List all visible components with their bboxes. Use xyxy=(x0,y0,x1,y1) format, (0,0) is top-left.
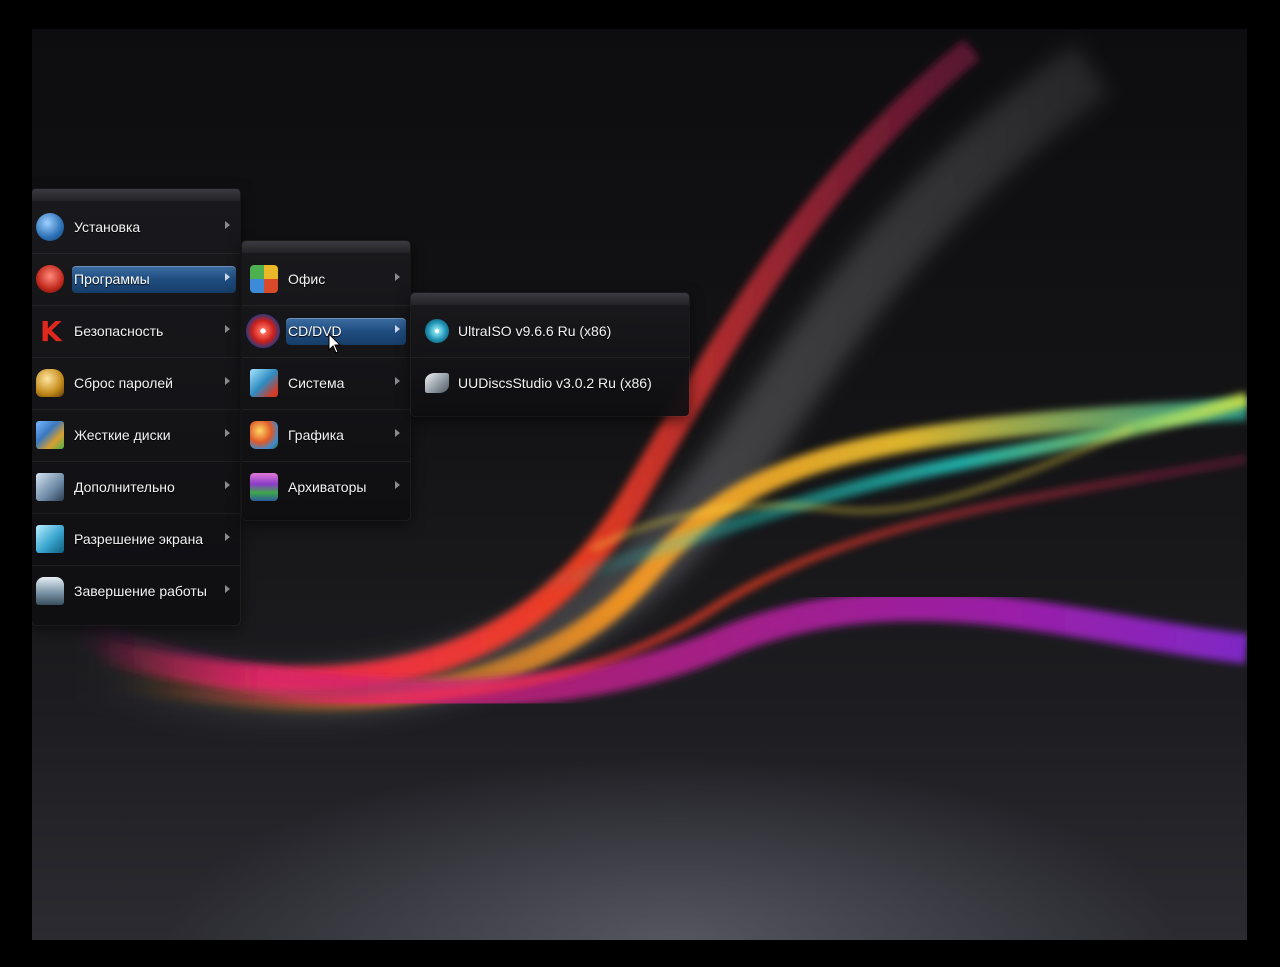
submenu-item-cd-dvd[interactable]: CD/DVD xyxy=(242,305,410,358)
submenu-item-graphics[interactable]: Графика xyxy=(242,409,410,462)
menu-item-label: Сброс паролей xyxy=(74,375,173,391)
cd-dvd-submenu: UltraISO v9.6.6 Ru (x86) UUDiscsStudio v… xyxy=(411,293,689,416)
submenu-item-office[interactable]: Офис xyxy=(242,253,410,306)
menu-item-label: UltraISO v9.6.6 Ru (x86) xyxy=(458,323,612,339)
menu-item-label: Графика xyxy=(288,427,344,443)
menu-item-label: Разрешение экрана xyxy=(74,531,204,547)
menu-item-label: Программы xyxy=(74,271,150,287)
submenu-item-system[interactable]: Система xyxy=(242,357,410,410)
menu-item-password-reset[interactable]: Сброс паролей xyxy=(32,357,240,410)
menu-item-install[interactable]: Установка xyxy=(32,201,240,254)
chevron-right-icon xyxy=(225,481,230,489)
programs-icon xyxy=(36,265,64,293)
windows-installer-icon xyxy=(36,213,64,241)
chevron-right-icon xyxy=(395,429,400,437)
programs-submenu: Офис CD/DVD Система Графика Архиваторы xyxy=(242,241,410,520)
menu-item-label: Офис xyxy=(288,271,326,287)
graphics-icon xyxy=(250,421,278,449)
submenu-item-ultraiso[interactable]: UltraISO v9.6.6 Ru (x86) xyxy=(411,305,689,358)
ultraiso-disc-icon xyxy=(425,319,449,343)
menu-item-label: UUDiscsStudio v3.0.2 Ru (x86) xyxy=(458,375,652,391)
mouse-pointer-icon xyxy=(328,333,342,354)
submenu-item-uudiscsstudio[interactable]: UUDiscsStudio v3.0.2 Ru (x86) xyxy=(411,357,689,409)
chevron-right-icon xyxy=(225,377,230,385)
menu-item-screen-resolution[interactable]: Разрешение экрана xyxy=(32,513,240,566)
chevron-right-icon xyxy=(225,325,230,333)
desktop-background: Установка Программы Безопасность Сброс п… xyxy=(32,29,1247,940)
chevron-right-icon xyxy=(225,585,230,593)
chevron-right-icon xyxy=(395,481,400,489)
menu-item-programs[interactable]: Программы xyxy=(32,253,240,306)
menu-item-shutdown[interactable]: Завершение работы xyxy=(32,565,240,617)
chevron-right-icon xyxy=(395,377,400,385)
chevron-right-icon xyxy=(225,221,230,229)
uudiscsstudio-icon xyxy=(425,373,449,393)
chevron-right-icon xyxy=(225,429,230,437)
screen-resolution-icon xyxy=(36,525,64,553)
menu-item-label: Дополнительно xyxy=(74,479,175,495)
main-menu: Установка Программы Безопасность Сброс п… xyxy=(32,189,240,625)
chevron-right-icon xyxy=(225,273,230,281)
chevron-right-icon xyxy=(395,325,400,333)
cd-dvd-icon xyxy=(246,314,280,348)
password-reset-icon xyxy=(36,369,64,397)
menu-item-label: Архиваторы xyxy=(288,479,367,495)
kaspersky-icon xyxy=(36,315,64,348)
menu-item-security[interactable]: Безопасность xyxy=(32,305,240,358)
screen-frame: Установка Программы Безопасность Сброс п… xyxy=(0,0,1280,967)
menu-item-label: Установка xyxy=(74,219,141,235)
extra-tools-icon xyxy=(36,473,64,501)
archivers-icon xyxy=(250,473,278,501)
hard-disks-icon xyxy=(36,421,64,449)
chevron-right-icon xyxy=(395,273,400,281)
office-icon xyxy=(250,265,278,293)
menu-item-label: Завершение работы xyxy=(74,583,207,599)
submenu-item-archivers[interactable]: Архиваторы xyxy=(242,461,410,513)
menu-item-extra[interactable]: Дополнительно xyxy=(32,461,240,514)
system-icon xyxy=(250,369,278,397)
menu-item-hard-disks[interactable]: Жесткие диски xyxy=(32,409,240,462)
menu-item-label: Жесткие диски xyxy=(74,427,171,443)
chevron-right-icon xyxy=(225,533,230,541)
shutdown-icon xyxy=(36,577,64,605)
menu-item-label: Система xyxy=(288,375,345,391)
menu-item-label: Безопасность xyxy=(74,323,164,339)
